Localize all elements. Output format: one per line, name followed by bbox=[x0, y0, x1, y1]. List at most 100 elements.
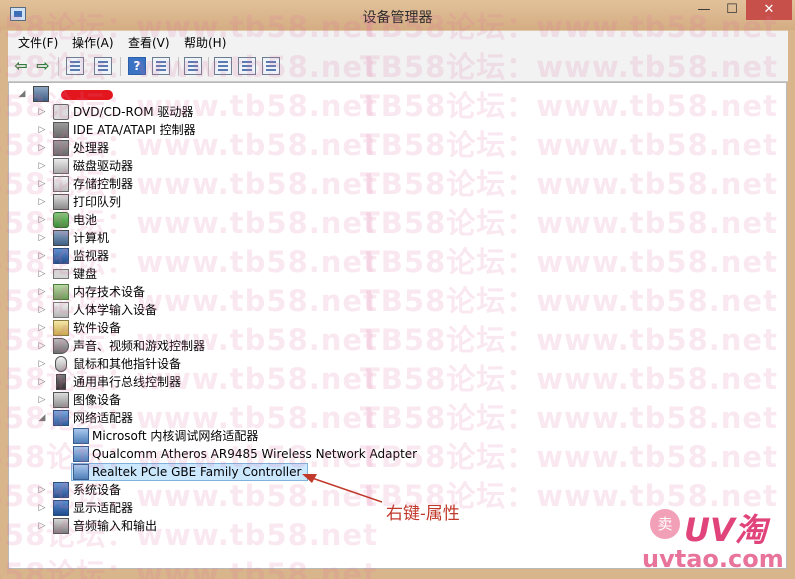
tree-item-label: 键盘 bbox=[73, 267, 98, 281]
memory-icon bbox=[53, 284, 69, 300]
usb-icon bbox=[56, 374, 66, 390]
tree-item-imaging[interactable]: ▷ 图像设备 bbox=[9, 391, 787, 409]
expand-toggle[interactable]: ▷ bbox=[37, 286, 47, 298]
ide-controller-icon bbox=[53, 122, 69, 138]
tree-item-memory-tech[interactable]: ▷ 内存技术设备 bbox=[9, 283, 787, 301]
tree-item-software-device[interactable]: ▷ 软件设备 bbox=[9, 319, 787, 337]
tree-item-ide[interactable]: ▷ IDE ATA/ATAPI 控制器 bbox=[9, 121, 787, 139]
tree-item-processor[interactable]: ▷ 处理器 bbox=[9, 139, 787, 157]
audio-io-icon bbox=[53, 518, 69, 534]
tree-item-atheros-adapter[interactable]: Qualcomm Atheros AR9485 Wireless Network… bbox=[9, 445, 787, 463]
help-icon[interactable]: ? bbox=[128, 57, 146, 75]
expand-toggle[interactable]: ▷ bbox=[37, 232, 47, 244]
menu-help[interactable]: 帮助(H) bbox=[184, 34, 226, 51]
expand-toggle[interactable]: ▷ bbox=[37, 376, 47, 388]
menu-action[interactable]: 操作(A) bbox=[72, 34, 114, 51]
network-card-icon bbox=[73, 428, 89, 444]
expand-toggle[interactable]: ▷ bbox=[37, 394, 47, 406]
toolbar-separator bbox=[208, 57, 209, 76]
tree-item-label: 人体学输入设备 bbox=[73, 303, 158, 317]
scan-hardware-icon[interactable] bbox=[184, 57, 202, 75]
tree-item-label: 音频输入和输出 bbox=[73, 519, 158, 533]
battery-icon bbox=[53, 212, 69, 228]
expand-toggle[interactable]: ▷ bbox=[37, 106, 47, 118]
tree-item-dvd[interactable]: ▷ DVD/CD-ROM 驱动器 bbox=[9, 103, 787, 121]
computer-icon bbox=[53, 230, 69, 246]
expand-toggle[interactable]: ▷ bbox=[37, 484, 47, 496]
expand-toggle[interactable]: ◢ bbox=[17, 88, 27, 100]
tree-item-network-adapters[interactable]: ◢ 网络适配器 bbox=[9, 409, 787, 427]
tree-item-label: 电池 bbox=[73, 213, 98, 227]
forward-icon[interactable]: ⇨ bbox=[34, 57, 52, 75]
expand-toggle[interactable]: ▷ bbox=[37, 304, 47, 316]
tree-item-label: 网络适配器 bbox=[73, 411, 134, 425]
back-icon[interactable]: ⇦ bbox=[12, 57, 30, 75]
tree-item-computer[interactable]: ▷ 计算机 bbox=[9, 229, 787, 247]
tree-item-sound[interactable]: ▷ 声音、视频和游戏控制器 bbox=[9, 337, 787, 355]
tree-item-ms-debug-adapter[interactable]: Microsoft 内核调试网络适配器 bbox=[9, 427, 787, 445]
tree-item-label: 声音、视频和游戏控制器 bbox=[73, 339, 206, 353]
camera-icon bbox=[53, 392, 69, 408]
tree-item-hid[interactable]: ▷ 人体学输入设备 bbox=[9, 301, 787, 319]
toolbar: ⇦ ⇨ ? bbox=[8, 52, 788, 82]
tree-item-keyboard[interactable]: ▷ 键盘 bbox=[9, 265, 787, 283]
tree-item-system-devices[interactable]: ▷ 系统设备 bbox=[9, 481, 787, 499]
tree-item-label: 图像设备 bbox=[73, 393, 122, 407]
expand-toggle[interactable]: ▷ bbox=[37, 142, 47, 154]
expand-toggle[interactable]: ▷ bbox=[37, 520, 47, 532]
tree-item-label: DVD/CD-ROM 驱动器 bbox=[73, 105, 194, 119]
tree-item-storage[interactable]: ▷ 存储控制器 bbox=[9, 175, 787, 193]
disc-drive-icon bbox=[53, 104, 69, 120]
tree-item-label: Qualcomm Atheros AR9485 Wireless Network… bbox=[92, 447, 418, 461]
expand-toggle[interactable]: ▷ bbox=[37, 358, 47, 370]
expand-toggle[interactable]: ▷ bbox=[37, 214, 47, 226]
expand-toggle[interactable]: ◢ bbox=[37, 412, 47, 424]
expand-toggle[interactable]: ▷ bbox=[37, 268, 47, 280]
expand-toggle[interactable]: ▷ bbox=[37, 124, 47, 136]
computer-icon bbox=[33, 86, 49, 102]
tree-item-label: 处理器 bbox=[73, 141, 110, 155]
logo-badge: 卖 bbox=[650, 509, 680, 539]
expand-toggle[interactable]: ▷ bbox=[37, 502, 47, 514]
close-button[interactable]: ✕ bbox=[746, 0, 792, 20]
tree-item-label: 计算机 bbox=[73, 231, 110, 245]
disable-icon[interactable] bbox=[262, 57, 280, 75]
expand-toggle[interactable]: ▷ bbox=[37, 178, 47, 190]
tree-item-label: 打印队列 bbox=[73, 195, 122, 209]
tree-item-usb[interactable]: ▷ 通用串行总线控制器 bbox=[9, 373, 787, 391]
sound-icon bbox=[53, 338, 69, 354]
tree-item-label: 存储控制器 bbox=[73, 177, 134, 191]
tree-item-print-queue[interactable]: ▷ 打印队列 bbox=[9, 193, 787, 211]
tree-item-realtek-adapter[interactable]: Realtek PCIe GBE Family Controller bbox=[9, 463, 787, 481]
tree-item-disk[interactable]: ▷ 磁盘驱动器 bbox=[9, 157, 787, 175]
maximize-button[interactable]: ☐ bbox=[718, 0, 746, 20]
tree-item-mouse[interactable]: ▷ 鼠标和其他指针设备 bbox=[9, 355, 787, 373]
tree-item-label: IDE ATA/ATAPI 控制器 bbox=[73, 123, 196, 137]
title-bar[interactable]: 设备管理器 — ☐ ✕ bbox=[0, 0, 795, 30]
tree-item-label: Microsoft 内核调试网络适配器 bbox=[92, 429, 259, 443]
tree-item-monitor[interactable]: ▷ 监视器 bbox=[9, 247, 787, 265]
tree-item-battery[interactable]: ▷ 电池 bbox=[9, 211, 787, 229]
minimize-button[interactable]: — bbox=[690, 0, 718, 20]
uninstall-icon[interactable] bbox=[238, 57, 256, 75]
tree-item-label: 软件设备 bbox=[73, 321, 122, 335]
menu-view[interactable]: 查看(V) bbox=[128, 34, 170, 51]
printer-icon bbox=[53, 194, 69, 210]
menu-file[interactable]: 文件(F) bbox=[18, 34, 58, 51]
update-icon[interactable] bbox=[94, 57, 112, 75]
expand-toggle[interactable]: ▷ bbox=[37, 340, 47, 352]
device-tree[interactable]: ◢ ▷ DVD/CD-ROM 驱动器 ▷ IDE ATA/ATAPI 控制器 ▷ 处理… bbox=[8, 82, 787, 569]
expand-toggle[interactable]: ▷ bbox=[37, 160, 47, 172]
properties-icon[interactable] bbox=[66, 57, 84, 75]
expand-toggle[interactable]: ▷ bbox=[37, 250, 47, 262]
view-icon[interactable] bbox=[152, 57, 170, 75]
toolbar-separator bbox=[178, 57, 179, 76]
expand-toggle[interactable]: ▷ bbox=[37, 196, 47, 208]
tree-item-label: 监视器 bbox=[73, 249, 110, 263]
logo-url: uvtao.com bbox=[642, 545, 784, 573]
expand-toggle[interactable]: ▷ bbox=[37, 322, 47, 334]
update-driver-icon[interactable] bbox=[214, 57, 232, 75]
network-card-icon bbox=[73, 464, 89, 480]
tree-root[interactable]: ◢ bbox=[9, 85, 787, 103]
tree-item-label: 内存技术设备 bbox=[73, 285, 146, 299]
